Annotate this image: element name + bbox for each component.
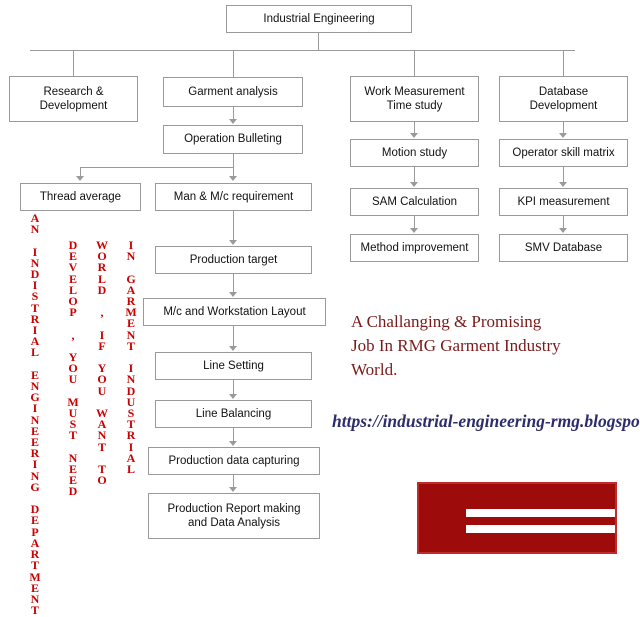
node-database-development[interactable]: Database Development <box>499 76 628 122</box>
connector-split-bus <box>80 167 234 168</box>
vertical-text-char: O <box>97 473 107 488</box>
node-label: Man & M/c requirement <box>173 190 294 203</box>
arrow-down-linebal <box>229 394 237 399</box>
arrow-down-method <box>410 228 418 233</box>
node-method-improvement[interactable]: Method improvement <box>350 234 479 262</box>
node-label: Line Setting <box>203 359 264 372</box>
node-smv-database[interactable]: SMV Database <box>499 234 628 262</box>
vertical-text-char: D <box>68 484 78 499</box>
connector-main-bus <box>30 50 575 51</box>
node-label: KPI measurement <box>517 195 610 208</box>
node-label-line2: Development <box>39 100 108 112</box>
node-work-measurement-time-study[interactable]: Work Measurement Time study <box>350 76 479 122</box>
vertical-text-char: M <box>29 569 41 584</box>
node-operation-bulleting[interactable]: Operation Bulleting <box>163 125 303 154</box>
connector-lineset-to-linebal <box>233 380 234 394</box>
node-kpi-measurement[interactable]: KPI measurement <box>499 188 628 216</box>
arrow-down-lineset <box>229 346 237 351</box>
arrow-down-opbulleting <box>229 119 237 124</box>
node-line-balancing[interactable]: Line Balancing <box>155 400 312 428</box>
node-motion-study[interactable]: Motion study <box>350 139 479 167</box>
connector-bus-drop-workmeas <box>414 50 415 76</box>
vertical-text-char: L <box>126 462 135 477</box>
node-label: SMV Database <box>524 241 603 254</box>
node-garment-analysis[interactable]: Garment analysis <box>163 77 303 107</box>
tagline-line2: Job In RMG Garment Industry <box>351 336 561 355</box>
node-research-development[interactable]: Research & Development <box>9 76 138 122</box>
node-label-line2: Time study <box>386 100 443 112</box>
connector-proddata-to-prodreport <box>233 475 234 487</box>
arrow-down-layout <box>229 292 237 297</box>
tagline-line3: World. <box>351 360 398 379</box>
node-label: M/c and Workstation Layout <box>163 305 306 318</box>
logo-block <box>417 482 617 554</box>
blog-url[interactable]: https://industrial-engineering-rmg.blogs… <box>332 411 640 432</box>
node-label: Operator skill matrix <box>512 146 615 159</box>
arrow-down-opskill <box>559 133 567 138</box>
node-man-mc-requirement[interactable]: Man & M/c requirement <box>155 183 312 211</box>
logo-bar-bottom <box>466 525 615 533</box>
vertical-text-char: N <box>30 591 40 606</box>
arrow-down-smv <box>559 228 567 233</box>
node-label: Garment analysis <box>188 85 278 98</box>
node-label-line1: Production Report making <box>167 502 301 515</box>
logo-bar-top <box>466 509 615 517</box>
node-label: Industrial Engineering <box>263 12 375 25</box>
vertical-text-char: E <box>30 580 39 595</box>
node-label-line1: Research & <box>43 85 104 98</box>
node-label-line1: Database <box>538 85 589 98</box>
arrow-down-thread <box>76 176 84 181</box>
vertical-text-column-1: AN INDISTRIAL ENGINEERING DEPARTMENT <box>28 212 42 617</box>
tagline-line1: A Challanging & Promising <box>351 312 542 331</box>
connector-bus-drop-research <box>73 50 74 76</box>
node-label: Method improvement <box>360 241 469 254</box>
connector-linebal-to-proddata <box>233 428 234 441</box>
node-mc-workstation-layout[interactable]: M/c and Workstation Layout <box>143 298 326 326</box>
node-line-setting[interactable]: Line Setting <box>155 352 312 380</box>
arrow-down-manmc <box>229 176 237 181</box>
vertical-text-column-3: WORLD , IF YOU WANT TO <box>95 239 109 488</box>
node-label: Motion study <box>381 146 448 159</box>
connector-manmc-to-prodtarget <box>233 211 234 241</box>
node-production-target[interactable]: Production target <box>155 246 312 274</box>
node-label: Line Balancing <box>195 407 272 420</box>
arrow-down-sam <box>410 182 418 187</box>
connector-bus-drop-garment <box>233 50 234 77</box>
node-operator-skill-matrix[interactable]: Operator skill matrix <box>499 139 628 167</box>
node-label: Production data capturing <box>168 454 300 467</box>
node-label: SAM Calculation <box>371 195 457 208</box>
tagline: A Challanging & Promising Job In RMG Gar… <box>351 310 631 382</box>
diagram-canvas: Industrial Engineering Research & Develo… <box>0 0 640 616</box>
node-label-line1: Work Measurement <box>364 85 465 98</box>
node-label: Thread average <box>39 190 122 203</box>
vertical-text-char: T <box>30 603 39 617</box>
node-sam-calculation[interactable]: SAM Calculation <box>350 188 479 216</box>
connector-opbulleting-down <box>233 154 234 167</box>
connector-opskill-to-kpi <box>563 167 564 183</box>
node-production-report-making[interactable]: Production Report making and Data Analys… <box>148 493 320 539</box>
node-label-line2: Development <box>529 100 598 112</box>
connector-motion-to-sam <box>414 167 415 183</box>
node-industrial-engineering[interactable]: Industrial Engineering <box>226 5 412 33</box>
arrow-down-kpi <box>559 182 567 187</box>
arrow-down-proddata <box>229 441 237 446</box>
vertical-text-column-4: IN GARMENT INDUSTRIAL <box>124 239 138 477</box>
connector-root-down <box>318 33 319 50</box>
node-label-line2: and Data Analysis <box>187 517 281 529</box>
connector-bus-drop-database <box>563 50 564 76</box>
arrow-down-prodtarget <box>229 240 237 245</box>
connector-prodtarget-to-layout <box>233 274 234 292</box>
node-thread-average[interactable]: Thread average <box>20 183 141 211</box>
node-label: Operation Bulleting <box>184 133 282 146</box>
arrow-down-prodreport <box>229 487 237 492</box>
node-production-data-capturing[interactable]: Production data capturing <box>148 447 320 475</box>
node-label: Production target <box>189 253 278 266</box>
vertical-text-column-2: DEVELOP , YOU MUST NEED <box>66 239 80 499</box>
connector-layout-to-lineset <box>233 326 234 346</box>
arrow-down-motion <box>410 133 418 138</box>
